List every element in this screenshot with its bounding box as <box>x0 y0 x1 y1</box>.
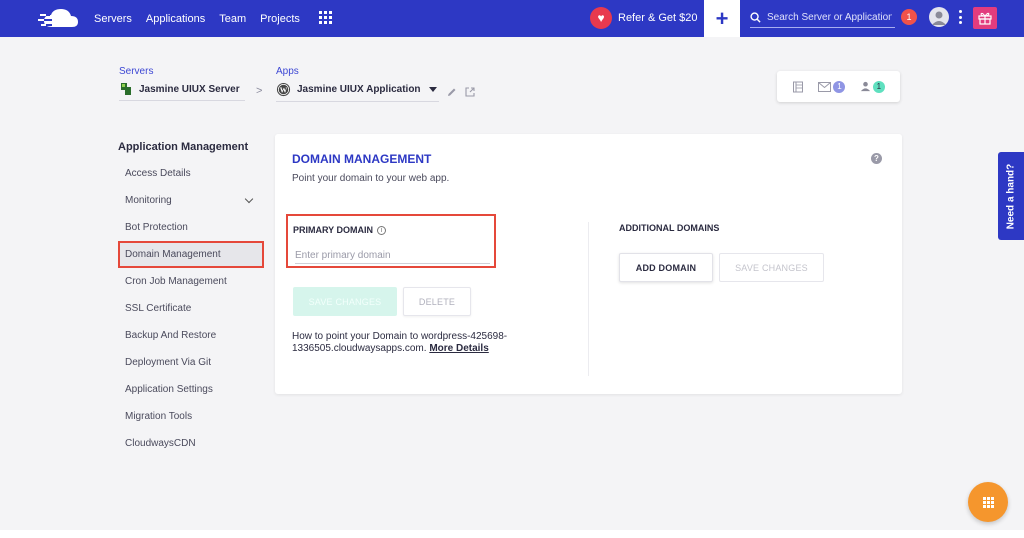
users-count-badge: 1 <box>872 80 885 93</box>
sidebar-item-label: Cron Job Management <box>125 276 227 287</box>
servers-label[interactable]: Servers <box>119 66 245 77</box>
nav-projects[interactable]: Projects <box>260 13 300 25</box>
save-additional-changes-button[interactable]: SAVE CHANGES <box>719 253 824 282</box>
notification-badge[interactable]: 1 <box>901 9 917 25</box>
nav-applications[interactable]: Applications <box>146 13 205 25</box>
sidebar-title: Application Management <box>118 141 249 153</box>
sidebar-item-access-details[interactable]: Access Details <box>118 160 264 187</box>
server-name: Jasmine UIUX Server <box>139 83 240 95</box>
sidebar-item-label: Domain Management <box>125 249 221 260</box>
chevron-down-icon <box>244 194 254 204</box>
sidebar-item-cloudwayscdn[interactable]: CloudwaysCDN <box>118 430 264 457</box>
apps-label[interactable]: Apps <box>276 66 475 77</box>
gift-icon[interactable] <box>973 7 997 29</box>
primary-domain-input[interactable] <box>295 250 490 264</box>
heart-icon: ♥ <box>590 7 612 29</box>
domain-help-text: How to point your Domain to wordpress-42… <box>292 331 552 355</box>
grid-icon <box>982 496 994 508</box>
sidebar-item-label: SSL Certificate <box>125 303 192 314</box>
more-menu-icon[interactable] <box>958 10 962 24</box>
need-a-hand-label: Need a hand? <box>1005 163 1017 229</box>
nav-servers[interactable]: Servers <box>94 13 132 25</box>
more-details-link[interactable]: More Details <box>429 343 488 354</box>
sidebar-item-label: Migration Tools <box>125 411 193 422</box>
server-provider-icon <box>121 83 131 95</box>
avatar[interactable] <box>929 7 949 27</box>
app-name: Jasmine UIUX Application <box>297 84 421 95</box>
sidebar-item-label: Deployment Via Git <box>125 357 211 368</box>
sidebar-item-ssl-certificate[interactable]: SSL Certificate <box>118 295 264 322</box>
breadcrumb-server: Servers Jasmine UIUX Server <box>119 66 245 101</box>
nav-team[interactable]: Team <box>219 13 246 25</box>
user-icon <box>932 11 946 25</box>
cloudways-logo[interactable] <box>38 7 82 31</box>
app-toolbox: 1 1 <box>777 71 900 102</box>
breadcrumb-separator: > <box>256 85 263 97</box>
chevron-down-icon <box>428 87 437 92</box>
sidebar-menu: Access Details Monitoring Bot Protection… <box>118 160 264 457</box>
section-divider <box>588 222 589 376</box>
toolbox-list[interactable] <box>792 81 804 93</box>
users-icon <box>860 81 870 92</box>
edit-icon[interactable] <box>447 87 457 97</box>
primary-domain-heading: PRIMARY DOMAIN i <box>293 225 387 235</box>
search-input[interactable] <box>767 12 892 23</box>
sidebar-item-label: Access Details <box>125 168 191 179</box>
additional-domains-heading: ADDITIONAL DOMAINS <box>619 223 720 233</box>
add-domain-button[interactable]: ADD DOMAIN <box>619 253 713 282</box>
external-link-icon[interactable] <box>465 87 475 97</box>
top-navigation-bar: Servers Applications Team Projects ♥ Ref… <box>0 0 1024 37</box>
sidebar-item-label: Bot Protection <box>125 222 188 233</box>
sidebar-item-domain-management[interactable]: Domain Management <box>118 241 264 268</box>
page-subtitle: Point your domain to your web app. <box>292 173 450 184</box>
domain-management-card: DOMAIN MANAGEMENT Point your domain to y… <box>275 134 902 394</box>
svg-text:W: W <box>280 85 288 94</box>
floating-action-button[interactable] <box>968 482 1008 522</box>
sidebar-item-migration-tools[interactable]: Migration Tools <box>118 403 264 430</box>
sidebar-item-monitoring[interactable]: Monitoring <box>118 187 264 214</box>
sidebar-item-bot-protection[interactable]: Bot Protection <box>118 214 264 241</box>
delete-button[interactable]: DELETE <box>403 287 471 316</box>
sidebar-item-label: Backup And Restore <box>125 330 217 341</box>
page-title: DOMAIN MANAGEMENT <box>292 152 432 166</box>
app-selector[interactable]: W Jasmine UIUX Application <box>276 82 439 102</box>
breadcrumb-app: Apps W Jasmine UIUX Application <box>276 66 475 102</box>
main-nav: Servers Applications Team Projects <box>94 0 300 37</box>
sidebar-item-deployment-via-git[interactable]: Deployment Via Git <box>118 349 264 376</box>
mail-count-badge: 1 <box>833 80 846 93</box>
toolbox-users[interactable]: 1 <box>860 80 885 93</box>
sidebar-item-label: CloudwaysCDN <box>125 438 196 449</box>
add-button[interactable]: + <box>704 0 740 37</box>
sidebar-item-label: Monitoring <box>125 195 172 206</box>
refer-button[interactable]: ♥ Refer & Get $20 <box>590 6 698 30</box>
refer-label: Refer & Get $20 <box>618 12 698 24</box>
search-bar <box>750 8 895 28</box>
save-changes-button[interactable]: SAVE CHANGES <box>293 287 397 316</box>
mail-icon <box>818 81 832 92</box>
primary-domain-section: PRIMARY DOMAIN i <box>286 214 496 268</box>
sidebar-item-application-settings[interactable]: Application Settings <box>118 376 264 403</box>
search-icon <box>750 12 761 23</box>
primary-domain-label: PRIMARY DOMAIN <box>293 225 374 235</box>
sidebar-item-backup-and-restore[interactable]: Backup And Restore <box>118 322 264 349</box>
server-selector[interactable]: Jasmine UIUX Server <box>119 82 245 101</box>
wordpress-icon: W <box>276 82 291 97</box>
help-icon[interactable]: ? <box>871 153 882 164</box>
apps-grid-icon[interactable] <box>319 11 332 24</box>
toolbox-mail[interactable]: 1 <box>818 80 846 93</box>
sidebar-item-label: Application Settings <box>125 384 213 395</box>
need-a-hand-tab[interactable]: Need a hand? <box>998 152 1024 240</box>
footer-strip <box>0 530 1024 538</box>
list-icon <box>793 81 804 92</box>
sidebar-item-cron-job-management[interactable]: Cron Job Management <box>118 268 264 295</box>
info-icon[interactable]: i <box>377 225 387 235</box>
